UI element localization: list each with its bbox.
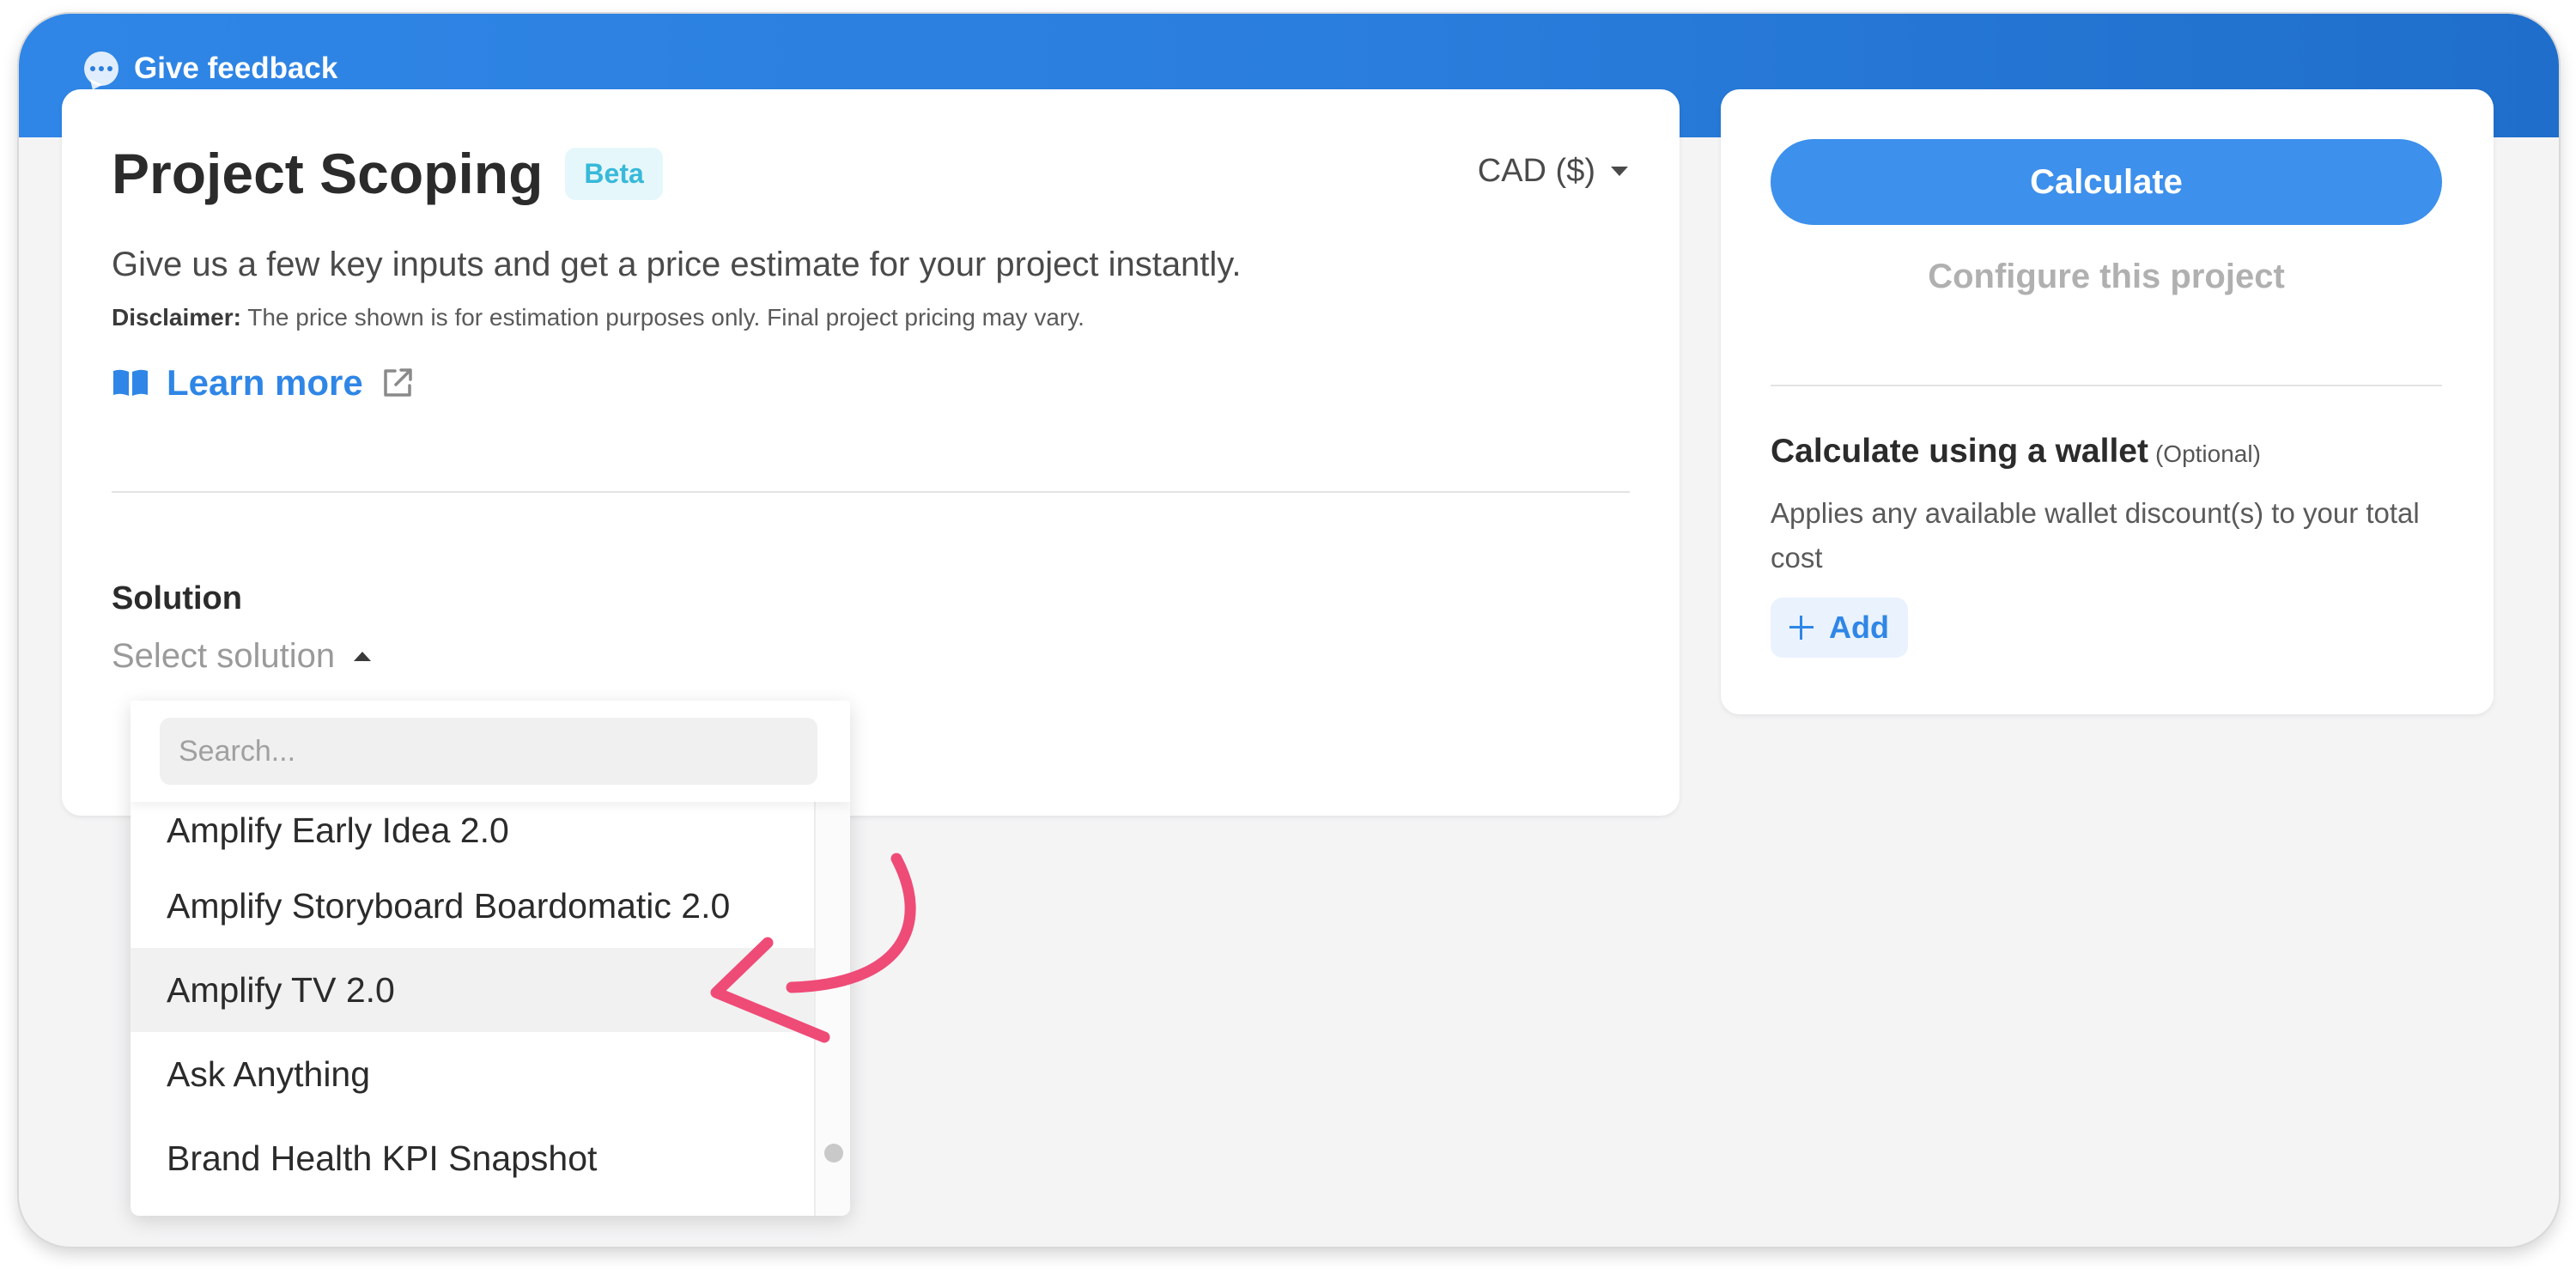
solution-select[interactable]: Select solution xyxy=(112,637,372,676)
solution-option[interactable]: Brand Health KPI Snapshot xyxy=(131,1116,816,1200)
solution-option-highlighted[interactable]: Amplify TV 2.0 xyxy=(131,948,816,1032)
external-link-icon xyxy=(384,368,412,397)
chevron-up-icon xyxy=(354,652,372,661)
solution-list: Amplify Early Idea 2.0 Amplify Storyboar… xyxy=(131,802,816,1200)
dropdown-scrollbar[interactable] xyxy=(814,802,850,1216)
section-divider xyxy=(112,491,1630,493)
give-feedback-label: Give feedback xyxy=(134,52,338,85)
wallet-description: Applies any available wallet discount(s)… xyxy=(1771,497,2420,574)
beta-badge: Beta xyxy=(565,147,663,200)
page-title: Project Scoping xyxy=(112,142,544,205)
calculate-button[interactable]: Calculate xyxy=(1771,139,2442,225)
plus-icon xyxy=(1789,616,1814,640)
dropdown-search-area xyxy=(131,701,850,802)
wallet-heading: Calculate using a wallet (Optional) xyxy=(1771,433,2261,471)
wallet-title: Calculate using a wallet xyxy=(1771,433,2148,470)
disclaimer: Disclaimer: The price shown is for estim… xyxy=(112,304,1084,331)
solution-option[interactable]: Ask Anything xyxy=(131,1032,816,1116)
solution-select-placeholder: Select solution xyxy=(112,637,336,675)
calculate-card: Calculate Configure this project Calcula… xyxy=(1721,89,2494,714)
learn-more-link[interactable]: Learn more xyxy=(112,362,415,404)
solution-label: Solution xyxy=(112,580,242,616)
learn-more-label: Learn more xyxy=(167,362,363,403)
page-subtitle: Give us a few key inputs and get a price… xyxy=(112,246,1242,283)
solution-option[interactable]: Amplify Storyboard Boardomatic 2.0 xyxy=(131,864,816,948)
add-wallet-label: Add xyxy=(1829,610,1889,645)
add-wallet-button[interactable]: Add xyxy=(1771,598,1908,658)
wallet-optional-note: (Optional) xyxy=(2154,440,2261,467)
disclaimer-text: The price shown is for estimation purpos… xyxy=(240,304,1084,331)
solution-search-input[interactable] xyxy=(160,718,817,785)
side-divider xyxy=(1771,385,2442,386)
book-icon xyxy=(113,369,148,396)
currency-value: CAD ($) xyxy=(1477,153,1595,189)
chat-bubble-icon xyxy=(84,52,118,86)
solution-option[interactable]: Amplify Early Idea 2.0 xyxy=(131,802,816,864)
scrollbar-thumb[interactable] xyxy=(824,1144,843,1163)
solution-dropdown: Amplify Early Idea 2.0 Amplify Storyboar… xyxy=(131,701,850,1216)
chevron-down-icon xyxy=(1611,167,1628,176)
app-window: Give feedback Project Scoping Beta CAD (… xyxy=(19,14,2559,1247)
currency-select[interactable]: CAD ($) xyxy=(1478,153,1628,190)
configure-project-link[interactable]: Configure this project xyxy=(1771,258,2442,296)
disclaimer-label: Disclaimer: xyxy=(112,304,241,331)
